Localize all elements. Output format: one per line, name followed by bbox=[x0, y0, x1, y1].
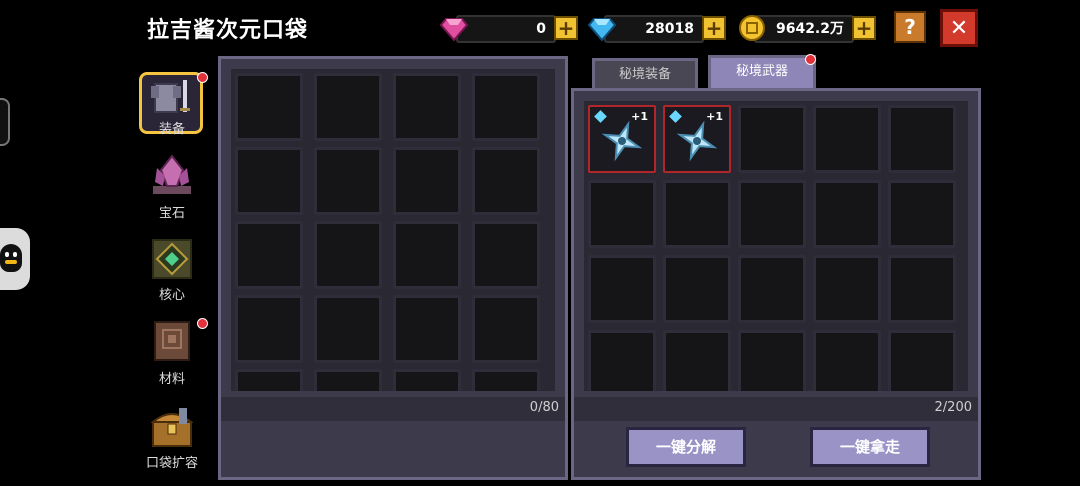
left-item-grid[interactable] bbox=[231, 69, 555, 391]
gem-crystal-icon bbox=[153, 154, 191, 194]
inventory-slot[interactable] bbox=[472, 147, 540, 215]
inventory-slot[interactable] bbox=[393, 221, 461, 289]
inventory-slot[interactable] bbox=[472, 369, 540, 391]
inventory-slot[interactable] bbox=[813, 255, 881, 323]
nav-gems-label: 宝石 bbox=[158, 206, 185, 221]
left-storage-panel: 0/80 bbox=[218, 56, 568, 480]
shuriken-icon bbox=[601, 120, 643, 162]
nav-materials[interactable]: 材料 bbox=[137, 316, 208, 394]
inventory-slot[interactable] bbox=[235, 147, 303, 215]
tab-weapons-red-dot bbox=[805, 54, 816, 65]
inventory-slot[interactable] bbox=[738, 255, 806, 323]
inventory-slot[interactable] bbox=[588, 255, 656, 323]
inventory-slot[interactable] bbox=[663, 180, 731, 248]
weapon-item-slot[interactable]: +1 bbox=[588, 105, 656, 173]
shuriken-icon bbox=[676, 120, 718, 162]
nav-pocket-expand[interactable]: 口袋扩容 bbox=[137, 400, 207, 478]
inventory-slot[interactable] bbox=[738, 180, 806, 248]
blue-gem-currency: 28018 + bbox=[588, 14, 730, 43]
armor-icon bbox=[151, 80, 190, 113]
inventory-slot[interactable] bbox=[472, 221, 540, 289]
nav-equipment-label: 装备 bbox=[158, 122, 185, 137]
right-capacity-count: 2/200 bbox=[934, 400, 972, 415]
nav-materials-label: 材料 bbox=[158, 372, 185, 387]
page-title: 拉吉酱次元口袋 bbox=[147, 18, 309, 43]
nav-gems[interactable]: 宝石 bbox=[137, 152, 207, 230]
inventory-slot[interactable] bbox=[813, 180, 881, 248]
weapon-item-slot[interactable]: +1 bbox=[663, 105, 731, 173]
inventory-slot[interactable] bbox=[314, 221, 382, 289]
inventory-slot[interactable] bbox=[888, 255, 956, 323]
inventory-slot[interactable] bbox=[588, 180, 656, 248]
inventory-slot[interactable] bbox=[663, 330, 731, 391]
inventory-slot[interactable] bbox=[588, 330, 656, 391]
inventory-slot[interactable] bbox=[235, 73, 303, 141]
blue-gem-plus-button[interactable]: + bbox=[702, 16, 726, 40]
treasure-chest-icon bbox=[150, 408, 194, 447]
nav-equipment[interactable]: 装备 bbox=[137, 70, 208, 148]
inventory-slot[interactable] bbox=[314, 295, 382, 363]
core-icon bbox=[152, 239, 192, 279]
pink-gem-value: 0 bbox=[536, 21, 546, 37]
blue-gem-value: 28018 bbox=[645, 21, 694, 37]
inventory-slot[interactable] bbox=[888, 330, 956, 391]
inventory-slot[interactable] bbox=[813, 330, 881, 391]
inventory-slot[interactable] bbox=[813, 105, 881, 173]
nav-core[interactable]: 核心 bbox=[137, 234, 207, 312]
inventory-slot[interactable] bbox=[393, 295, 461, 363]
inventory-slot[interactable] bbox=[393, 147, 461, 215]
help-button[interactable]: ? bbox=[894, 11, 926, 43]
inventory-slot[interactable] bbox=[472, 73, 540, 141]
nav-equipment-red-dot bbox=[197, 72, 208, 83]
inventory-slot[interactable] bbox=[235, 221, 303, 289]
tab-secret-equipment[interactable]: 秘境装备 bbox=[592, 58, 698, 88]
inventory-slot[interactable] bbox=[738, 330, 806, 391]
inventory-slot[interactable] bbox=[888, 105, 956, 173]
penguin-icon bbox=[0, 244, 22, 272]
nav-core-label: 核心 bbox=[158, 288, 185, 303]
inventory-slot[interactable] bbox=[235, 295, 303, 363]
gold-coin-icon bbox=[739, 15, 765, 41]
inventory-slot[interactable] bbox=[663, 255, 731, 323]
tab-secret-weapons[interactable]: 秘境武器 bbox=[708, 55, 816, 88]
qq-floating-icon[interactable] bbox=[0, 228, 30, 290]
inventory-slot[interactable] bbox=[472, 295, 540, 363]
gold-plus-button[interactable]: + bbox=[852, 16, 876, 40]
inventory-slot[interactable] bbox=[738, 105, 806, 173]
gold-value: 9642.2万 bbox=[775, 21, 844, 37]
inventory-slot[interactable] bbox=[314, 369, 382, 391]
inventory-slot[interactable] bbox=[314, 147, 382, 215]
inventory-slot[interactable] bbox=[393, 369, 461, 391]
decompose-all-button[interactable]: 一键分解 bbox=[626, 427, 746, 467]
gold-currency: 9642.2万 + bbox=[738, 14, 880, 43]
nav-pocket-expand-label: 口袋扩容 bbox=[145, 456, 198, 471]
inventory-slot[interactable] bbox=[235, 369, 303, 391]
pink-gem-currency: 0 + bbox=[440, 14, 582, 43]
pink-gem-plus-button[interactable]: + bbox=[554, 16, 578, 40]
material-book-icon bbox=[154, 321, 190, 361]
inventory-slot[interactable] bbox=[393, 73, 461, 141]
left-capacity-count: 0/80 bbox=[529, 400, 559, 415]
right-storage-panel: +1 +1 2/200 一键分解 一键拿走 bbox=[571, 88, 981, 480]
right-item-grid[interactable]: +1 +1 bbox=[584, 101, 968, 391]
inventory-slot[interactable] bbox=[888, 180, 956, 248]
take-all-button[interactable]: 一键拿走 bbox=[810, 427, 930, 467]
edge-handle[interactable] bbox=[0, 98, 10, 146]
pink-gem-icon bbox=[440, 18, 468, 42]
nav-materials-red-dot bbox=[197, 318, 208, 329]
blue-diamond-icon bbox=[588, 18, 616, 42]
close-button[interactable]: ✕ bbox=[940, 9, 978, 47]
inventory-slot[interactable] bbox=[314, 73, 382, 141]
